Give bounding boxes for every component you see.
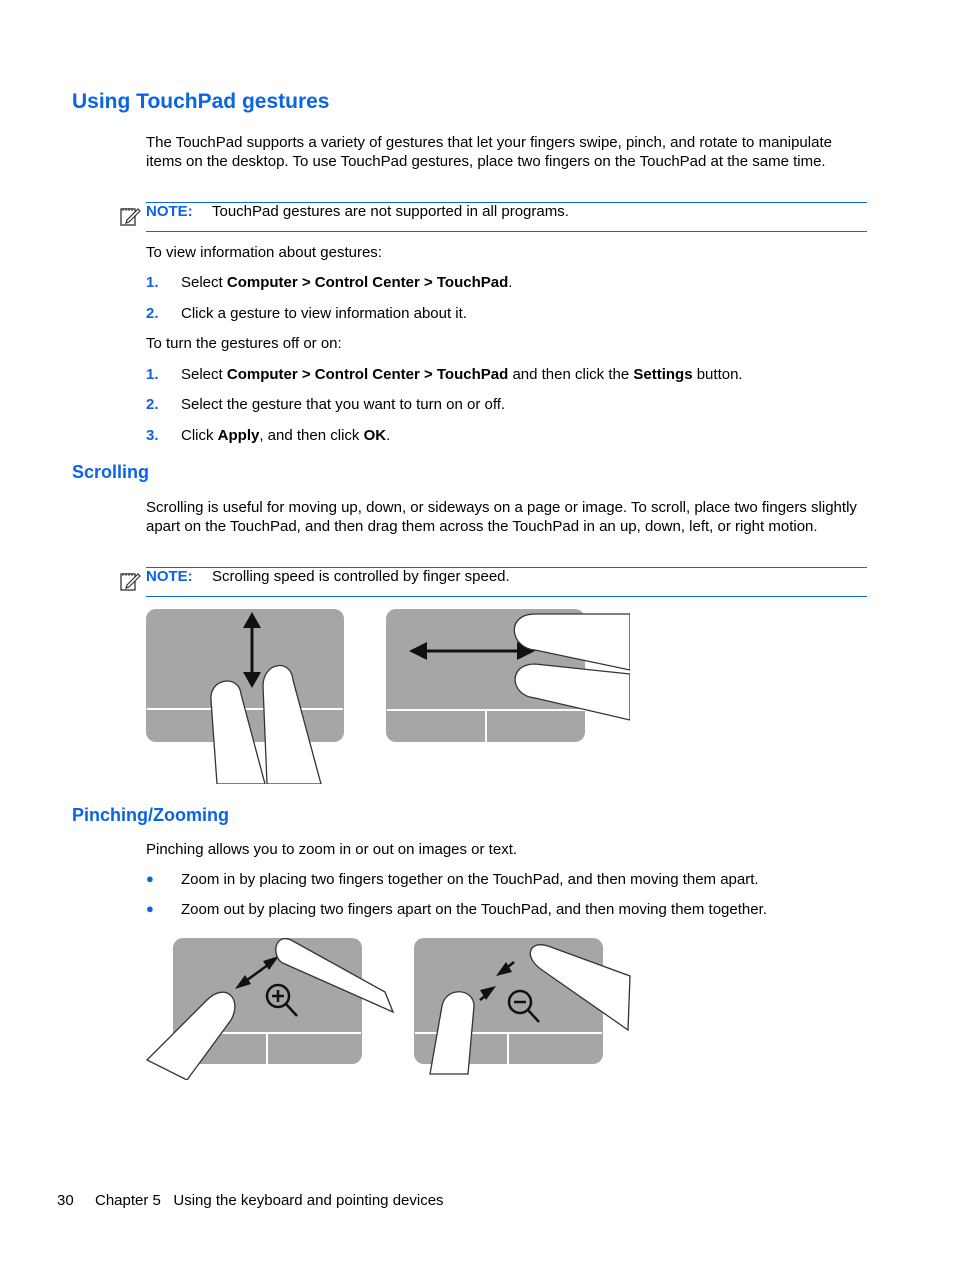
pinching-heading: Pinching/Zooming <box>72 805 229 825</box>
ok-label: OK <box>363 427 387 444</box>
step-number: 1. <box>146 366 159 383</box>
step-text: Click <box>181 427 218 444</box>
step-text: Select <box>181 366 227 383</box>
zoom-out-illustration <box>414 938 631 1075</box>
note-text: TouchPad gestures are not supported in a… <box>212 203 569 220</box>
view-info-intro: To view information about gestures: <box>146 244 382 261</box>
scrolling-heading: Scrolling <box>72 462 150 482</box>
note-gestures: NOTE: TouchPad gestures are not supporte… <box>120 202 867 232</box>
pinching-paragraph: Pinching allows you to zoom in or out on… <box>146 841 518 858</box>
settings-label: Settings <box>633 366 693 383</box>
step-number: 2. <box>146 396 159 413</box>
vertical-scroll-illustration <box>146 609 344 784</box>
apply-label: Apply <box>217 427 260 444</box>
menu-path: Computer > Control Center > TouchPad <box>226 274 509 291</box>
step-text: Select the gesture that you want to turn… <box>181 396 506 413</box>
zoom-in-illustration <box>145 937 395 1080</box>
note-label: NOTE: <box>146 568 193 585</box>
step-text: Select <box>181 274 227 291</box>
intro-paragraph: The TouchPad supports a variety of gestu… <box>146 134 832 170</box>
chapter-title: Chapter 5 Using the keyboard and pointin… <box>95 1192 444 1209</box>
step-text: button. <box>692 366 743 383</box>
scrolling-paragraph: Scrolling is useful for moving up, down,… <box>146 499 857 535</box>
page-footer: 30 Chapter 5 Using the keyboard and point… <box>57 1192 444 1209</box>
bullet-icon: ● <box>146 871 154 886</box>
bullet-icon: ● <box>146 901 154 916</box>
horizontal-scroll-illustration <box>386 609 630 742</box>
bullet-text: Zoom out by placing two fingers apart on… <box>181 901 767 918</box>
step-text: . <box>508 274 513 291</box>
note-label: NOTE: <box>146 203 193 220</box>
page-title: Using TouchPad gestures <box>72 90 330 113</box>
page-number: 30 <box>57 1192 74 1209</box>
note-pencil-icon <box>120 573 141 591</box>
note-pencil-icon <box>120 208 141 226</box>
note-text: Scrolling speed is controlled by finger … <box>212 568 510 585</box>
toggle-intro: To turn the gestures off or on: <box>146 335 342 352</box>
bullet-text: Zoom in by placing two fingers together … <box>181 871 759 888</box>
step-text: . <box>386 427 391 444</box>
step-number: 3. <box>146 427 159 444</box>
menu-path: Computer > Control Center > TouchPad <box>226 366 509 383</box>
note-scrolling: NOTE: Scrolling speed is controlled by f… <box>120 567 867 597</box>
step-number: 2. <box>146 305 159 322</box>
step-text: and then click the <box>508 366 634 383</box>
step-number: 1. <box>146 274 159 291</box>
step-text: Click a gesture to view information abou… <box>181 305 467 322</box>
step-text: , and then click <box>259 427 364 444</box>
